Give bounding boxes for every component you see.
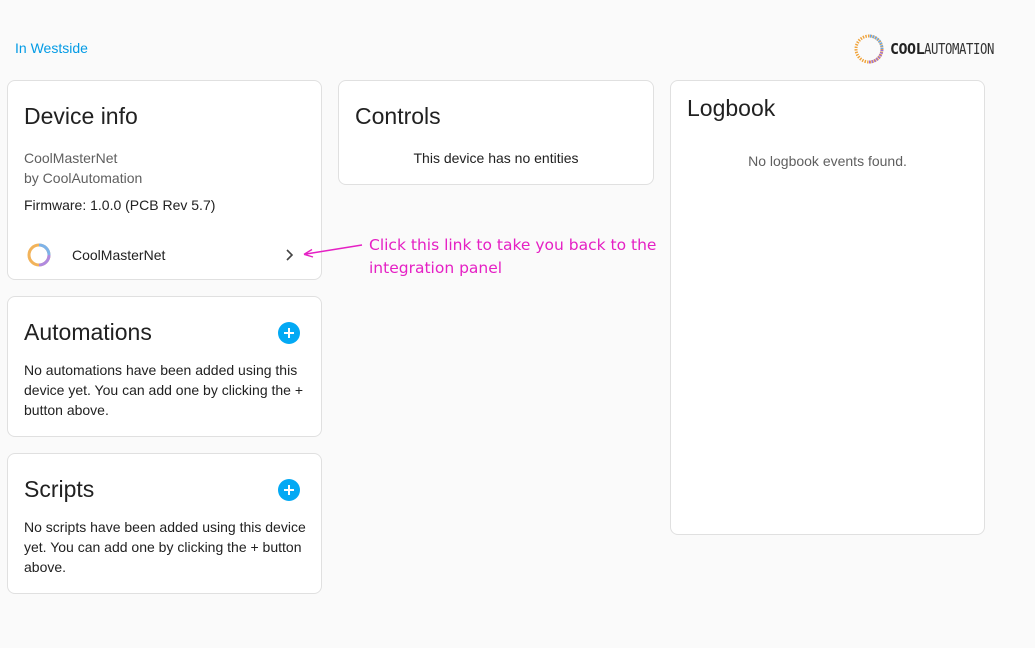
chevron-right-icon xyxy=(286,249,294,261)
plus-icon xyxy=(284,485,294,495)
logbook-card: Logbook No logbook events found. xyxy=(670,80,985,535)
coolautomation-logo-icon xyxy=(854,34,884,64)
plus-icon xyxy=(284,328,294,338)
controls-empty-text: This device has no entities xyxy=(413,150,579,166)
automations-title: Automations xyxy=(24,319,152,345)
integration-link[interactable]: CoolMasterNet xyxy=(8,237,321,273)
automations-empty-text: No automations have been added using thi… xyxy=(24,362,304,418)
annotation-arrow-icon xyxy=(303,244,363,258)
add-script-button[interactable] xyxy=(278,479,300,501)
annotation-text: Click this link to take you back to the … xyxy=(369,236,657,277)
device-info-card: Device info CoolMasterNet by CoolAutomat… xyxy=(7,80,322,280)
logbook-empty-text: No logbook events found. xyxy=(748,153,907,169)
device-model: CoolMasterNet xyxy=(24,150,118,166)
scripts-card: Scripts No scripts have been added using… xyxy=(7,453,322,594)
brand-logo: COOL AUTOMATION xyxy=(853,32,1009,66)
integration-name: CoolMasterNet xyxy=(72,247,166,263)
device-info-title: Device info xyxy=(24,103,138,129)
brand-wordmark-light: AUTOMATION xyxy=(924,40,995,58)
coolautomation-ring-icon xyxy=(27,243,51,267)
controls-title: Controls xyxy=(355,103,441,129)
area-link[interactable]: In Westside xyxy=(15,40,88,56)
brand-wordmark: COOL AUTOMATION xyxy=(890,40,1009,58)
add-automation-button[interactable] xyxy=(278,322,300,344)
device-firmware: Firmware: 1.0.0 (PCB Rev 5.7) xyxy=(24,197,216,213)
logbook-title: Logbook xyxy=(687,95,776,121)
scripts-title: Scripts xyxy=(24,476,95,502)
brand-wordmark-bold: COOL xyxy=(890,40,925,58)
controls-card: Controls This device has no entities xyxy=(338,80,654,185)
automations-card: Automations No automations have been add… xyxy=(7,296,322,437)
device-manufacturer: by CoolAutomation xyxy=(24,170,143,186)
scripts-empty-text: No scripts have been added using this de… xyxy=(24,519,306,575)
